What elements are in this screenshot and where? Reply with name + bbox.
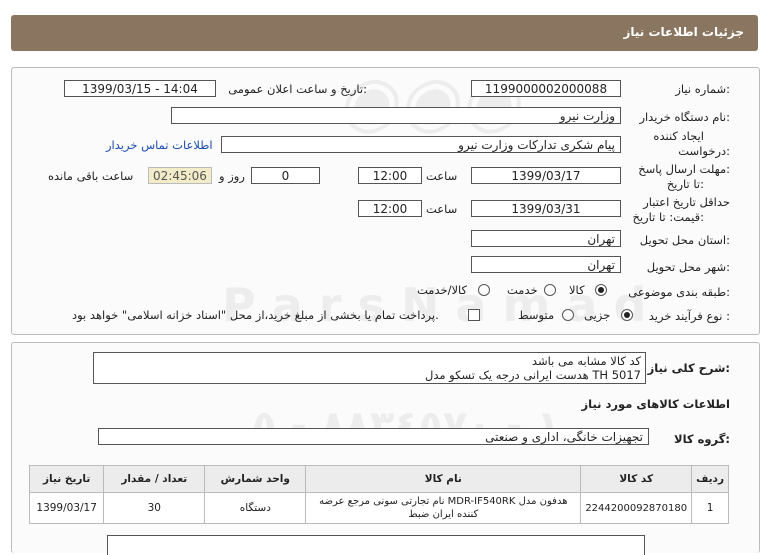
deadline-label-2: تا تاریخ:: [666, 177, 704, 191]
deadline-time-field[interactable]: 12:00: [358, 167, 422, 184]
province-label: استان محل تحویل:: [639, 233, 730, 247]
requester-label-1: ایجاد کننده: [653, 129, 704, 143]
purchase-radio-medium[interactable]: [562, 309, 574, 321]
watermark-logo: ◉◉◉: [336, 60, 532, 142]
announce-label: تاریخ و ساعت اعلان عمومی:: [228, 82, 367, 96]
days-remaining-field[interactable]: 0: [251, 167, 320, 184]
summary-label: شرح کلی نیاز:: [647, 361, 730, 375]
city-label: شهر محل تحویل:: [646, 260, 730, 274]
requester-field[interactable]: پیام شکری تدارکات وزارت نیرو: [221, 136, 621, 153]
validity-time-label: ساعت: [426, 202, 458, 216]
category-radio-service[interactable]: [544, 284, 556, 296]
category-radio-goods-service[interactable]: [478, 284, 490, 296]
announce-datetime-field[interactable]: 1399/03/15 - 14:04: [64, 80, 216, 97]
row-index: 1: [691, 492, 729, 524]
table-header-row: ردیف کد کالا نام کالا واحد شمارش تعداد /…: [28, 465, 729, 493]
validity-date-field[interactable]: 1399/03/31: [471, 200, 621, 217]
days-label: روز و: [219, 169, 245, 183]
col-code: کد کالا: [580, 465, 693, 493]
requester-label-2: درخواست:: [678, 144, 730, 158]
treasury-payment-checkbox[interactable]: [468, 309, 480, 321]
deadline-label-1: مهلت ارسال پاسخ:: [638, 162, 730, 176]
description-box: [107, 535, 645, 555]
row-name: هدفون مدل MDR-IF540RK نام تجارتی سونی مر…: [305, 492, 582, 524]
row-date: 1399/03/17: [28, 492, 105, 524]
province-field[interactable]: تهران: [471, 230, 621, 247]
category-option-goods-service: کالا/خدمت: [417, 283, 468, 297]
remaining-time-label: ساعت باقی مانده: [48, 169, 134, 183]
category-option-service: خدمت: [507, 283, 538, 297]
page-title: جزئیات اطلاعات نیاز: [623, 25, 744, 39]
validity-time-field[interactable]: 12:00: [358, 200, 422, 217]
goods-section-title: اطلاعات کالاهای مورد نیاز: [581, 397, 730, 411]
deadline-time-label: ساعت: [426, 169, 458, 183]
col-qty: تعداد / مقدار: [103, 465, 206, 493]
goods-table: ردیف کد کالا نام کالا واحد شمارش تعداد /…: [28, 465, 729, 524]
col-unit: واحد شمارش: [204, 465, 307, 493]
city-field[interactable]: تهران: [471, 256, 621, 273]
row-unit: دستگاه: [204, 492, 307, 524]
col-index: ردیف: [691, 465, 729, 493]
page-header: جزئیات اطلاعات نیاز: [11, 15, 758, 51]
buyer-contact-link[interactable]: اطلاعات تماس خریدار: [106, 138, 213, 152]
purchase-radio-minor[interactable]: [621, 309, 633, 321]
buyer-org-label: نام دستگاه خریدار:: [639, 110, 730, 124]
category-radio-goods[interactable]: [595, 284, 607, 296]
treasury-payment-note: پرداخت تمام یا بخشی از مبلغ خرید،از محل …: [72, 308, 439, 322]
purchase-option-minor: جزیی: [584, 308, 611, 322]
need-number-label: شماره نیاز:: [675, 82, 730, 96]
table-row: 1 2244200092870180 هدفون مدل MDR-IF540RK…: [28, 492, 729, 524]
row-code: 2244200092870180: [580, 492, 693, 524]
purchase-type-label: نوع فرآیند خرید :: [648, 309, 730, 323]
summary-line-1: کد کالا مشابه می باشد: [531, 354, 641, 368]
goods-group-label: گروه کالا:: [674, 432, 730, 446]
purchase-option-medium: متوسط: [518, 308, 555, 322]
validity-label-1: حداقل تاریخ اعتبار: [643, 195, 730, 209]
validity-label-2: قیمت: تا تاریخ:: [632, 210, 704, 224]
remaining-time-field: 02:45:06: [148, 167, 212, 184]
deadline-date-field[interactable]: 1399/03/17: [471, 167, 621, 184]
col-name: نام کالا: [305, 465, 582, 493]
summary-textbox[interactable]: کد کالا مشابه می باشد هدست ایرانی درجه ی…: [93, 352, 646, 384]
summary-line-2: هدست ایرانی درجه یک تسکو مدل TH 5017: [424, 368, 641, 382]
category-option-goods: کالا: [569, 283, 585, 297]
col-date: تاریخ نیاز: [28, 465, 105, 493]
row-qty: 30: [103, 492, 206, 524]
need-number-field[interactable]: 1199000002000088: [471, 80, 621, 97]
goods-group-field[interactable]: تجهیزات خانگی، اداری و صنعتی: [98, 428, 649, 445]
buyer-org-field[interactable]: وزارت نیرو: [171, 107, 621, 124]
category-label: طبقه بندی موضوعی:: [628, 285, 730, 299]
